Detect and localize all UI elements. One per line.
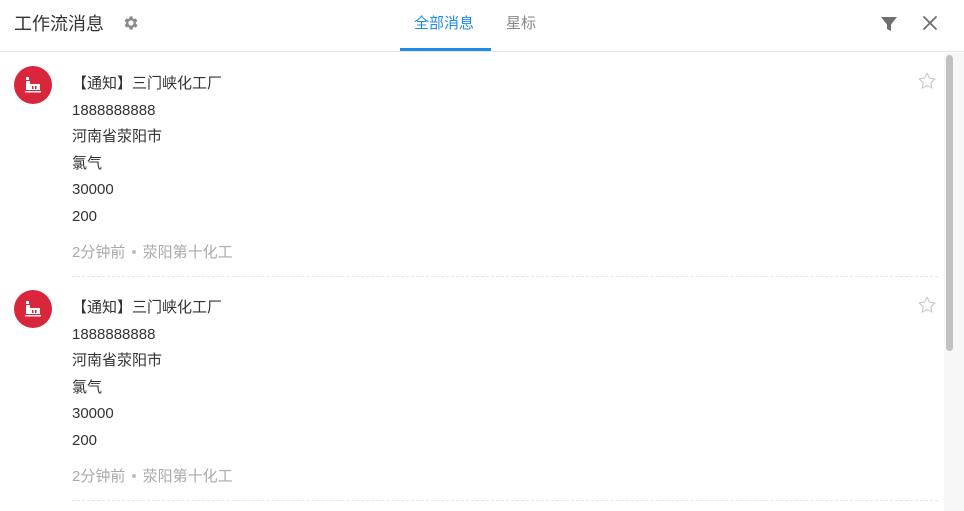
header-bar: 工作流消息 全部消息 星标 — [0, 0, 964, 52]
scrollbar-thumb[interactable] — [946, 55, 953, 351]
active-tab-indicator — [400, 48, 491, 51]
message-title: 【通知】三门峡化工厂 — [72, 75, 223, 92]
message-line: 30000 — [72, 405, 114, 422]
message-body: 【通知】三门峡化工厂 1888888888 河南省荥阳市 氯气 30000 20… — [72, 295, 222, 454]
message-line: 氯气 — [72, 154, 103, 172]
filter-icon[interactable] — [880, 15, 898, 33]
close-icon[interactable] — [921, 14, 939, 32]
star-icon[interactable] — [917, 295, 937, 315]
message-time: 2分钟前 — [72, 468, 126, 485]
page-title: 工作流消息 — [14, 14, 104, 34]
message-title: 【通知】三门峡化工厂 — [72, 299, 223, 316]
message-time: 2分钟前 — [72, 244, 126, 261]
message-item[interactable]: 【通知】三门峡化工厂 1888888888 河南省荥阳市 氯气 30000 20… — [0, 53, 944, 277]
factory-icon — [25, 301, 41, 317]
message-source: 荥阳第十化工 — [142, 468, 233, 485]
message-line: 1888888888 — [72, 325, 156, 343]
factory-icon — [25, 77, 41, 93]
tab-all-messages[interactable]: 全部消息 — [414, 14, 474, 34]
avatar — [14, 290, 52, 328]
message-item[interactable]: 【通知】三门峡化工厂 1888888888 河南省荥阳市 氯气 30000 20… — [0, 277, 944, 501]
message-line: 河南省荥阳市 — [72, 352, 163, 369]
message-meta: 2分钟前 • 荥阳第十化工 — [72, 243, 233, 263]
message-line: 氯气 — [72, 378, 103, 396]
message-line: 30000 — [72, 181, 114, 198]
message-body: 【通知】三门峡化工厂 1888888888 河南省荥阳市 氯气 30000 20… — [72, 71, 222, 230]
message-list: 【通知】三门峡化工厂 1888888888 河南省荥阳市 氯气 30000 20… — [0, 53, 944, 511]
message-line: 200 — [72, 207, 98, 225]
separator-dot: • — [131, 468, 137, 485]
star-icon[interactable] — [917, 71, 937, 91]
message-source: 荥阳第十化工 — [142, 244, 233, 261]
message-line: 200 — [72, 431, 98, 449]
divider — [72, 500, 938, 501]
separator-dot: • — [131, 244, 137, 261]
tab-starred[interactable]: 星标 — [506, 14, 536, 34]
message-line: 1888888888 — [72, 101, 156, 119]
avatar — [14, 66, 52, 104]
gear-icon[interactable] — [122, 14, 140, 32]
message-line: 河南省荥阳市 — [72, 128, 163, 145]
message-meta: 2分钟前 • 荥阳第十化工 — [72, 467, 233, 487]
